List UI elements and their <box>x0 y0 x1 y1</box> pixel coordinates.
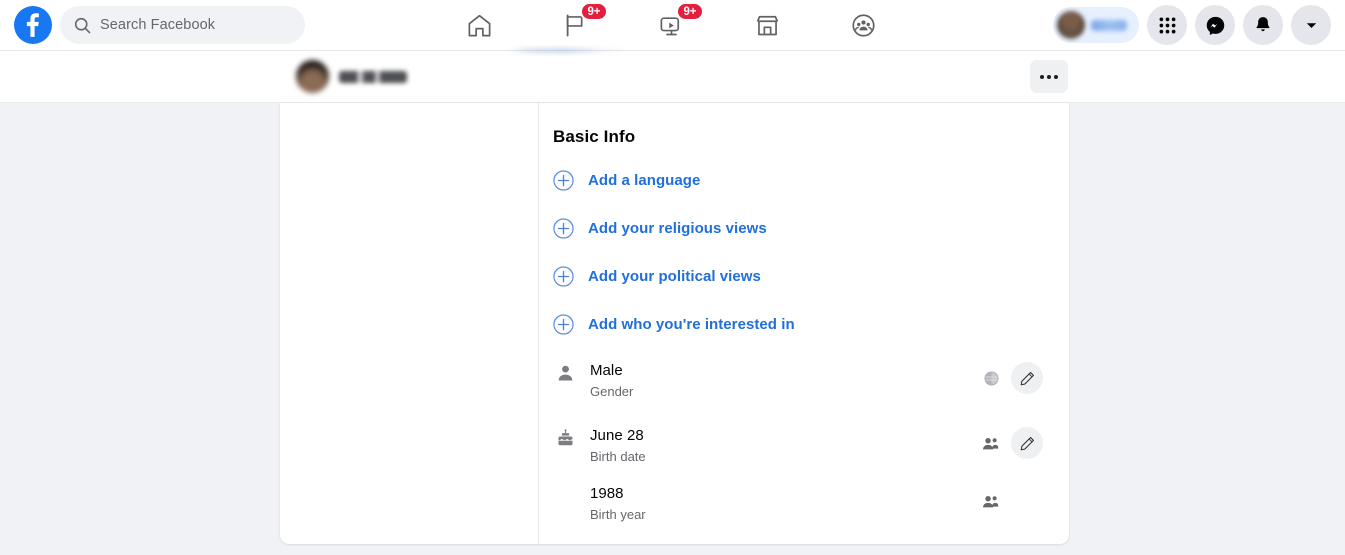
avatar <box>1057 11 1085 39</box>
nav-badge-watch: 9+ <box>675 2 705 21</box>
birth-year-actions <box>982 484 1043 517</box>
top-navigation-bar: Search Facebook 9+ 9+ <box>0 0 1345 51</box>
plus-circle-icon <box>553 265 574 287</box>
friends-icon[interactable] <box>982 494 999 509</box>
add-interested-in-row[interactable]: Add who you're interested in <box>553 309 1043 339</box>
nav-tab-marketplace[interactable] <box>720 1 816 49</box>
nav-tab-pages[interactable]: 9+ <box>528 1 624 49</box>
search-placeholder-text: Search Facebook <box>100 17 216 33</box>
birth-date-text-group: June 28 Birth date <box>577 426 982 466</box>
gender-label: Gender <box>590 384 634 399</box>
add-political-views-row[interactable]: Add your political views <box>553 261 1043 291</box>
add-political-views-label: Add your political views <box>588 267 761 285</box>
plus-circle-icon <box>553 313 574 335</box>
globe-icon[interactable] <box>984 370 999 386</box>
nav-tab-groups[interactable] <box>816 1 912 49</box>
marketplace-icon <box>756 15 779 35</box>
account-profile-pill[interactable] <box>1053 7 1139 43</box>
add-language-row[interactable]: Add a language <box>553 165 1043 195</box>
account-name-blurred <box>1091 19 1127 31</box>
birth-year-text-group: 1988 Birth year <box>577 484 982 524</box>
nav-tab-home[interactable] <box>432 1 528 49</box>
birth-year-label: Birth year <box>590 507 646 522</box>
search-icon <box>74 17 91 33</box>
add-religious-views-row[interactable]: Add your religious views <box>553 213 1043 243</box>
birth-year-icon-placeholder <box>553 484 577 487</box>
info-row-birth-date: June 28 Birth date <box>553 426 1043 476</box>
gender-actions <box>984 361 1043 394</box>
scrolled-content-sliver <box>508 47 628 54</box>
gender-value: Male <box>590 362 623 379</box>
profile-strip <box>0 47 1345 103</box>
add-interested-in-label: Add who you're interested in <box>588 315 795 333</box>
birth-date-value: June 28 <box>590 427 644 444</box>
profile-user-link[interactable] <box>296 60 407 93</box>
grid-menu-icon <box>1159 17 1175 33</box>
bell-icon <box>1256 17 1270 32</box>
nav-left-group: Search Facebook <box>0 6 330 44</box>
facebook-logo[interactable] <box>14 6 52 44</box>
grid-menu-button[interactable] <box>1147 5 1187 45</box>
gender-text-group: Male Gender <box>577 361 984 401</box>
plus-circle-icon <box>553 217 574 239</box>
friends-icon[interactable] <box>982 436 999 451</box>
messenger-icon <box>1206 16 1224 35</box>
birth-year-value: 1988 <box>590 485 624 502</box>
person-icon-wrap <box>553 361 577 383</box>
info-row-gender: Male Gender <box>553 361 1043 414</box>
add-language-label: Add a language <box>588 171 701 189</box>
profile-name-blurred <box>339 70 407 83</box>
birth-date-label: Birth date <box>590 449 646 464</box>
edit-birth-date-button[interactable] <box>1011 427 1043 459</box>
add-religious-views-label: Add your religious views <box>588 219 767 237</box>
chevron-down-icon <box>1306 22 1316 28</box>
search-input[interactable]: Search Facebook <box>60 6 305 44</box>
basic-info-panel: Basic Info Add a language Add your relig… <box>539 103 1069 544</box>
avatar <box>296 60 329 93</box>
nav-badge-pages: 9+ <box>579 2 609 21</box>
nav-tab-watch[interactable]: 9+ <box>624 1 720 49</box>
messenger-button[interactable] <box>1195 5 1235 45</box>
pencil-icon <box>1020 371 1034 385</box>
birth-date-actions <box>982 426 1043 459</box>
profile-strip-inner <box>280 47 1069 102</box>
pencil-icon <box>1020 436 1034 450</box>
nav-tabs: 9+ 9+ <box>330 0 1053 50</box>
birthday-cake-icon <box>557 429 573 446</box>
page-title: Basic Info <box>553 127 636 146</box>
about-card: Basic Info Add a language Add your relig… <box>280 103 1069 544</box>
groups-icon <box>852 13 875 37</box>
person-icon <box>558 365 572 381</box>
account-menu-button[interactable] <box>1291 5 1331 45</box>
more-options-icon <box>1040 74 1058 79</box>
plus-circle-icon <box>553 169 574 191</box>
birth-year-edit-placeholder <box>1011 485 1043 517</box>
home-icon <box>468 14 491 36</box>
info-row-birth-year: 1988 Birth year <box>553 484 1043 530</box>
more-options-button[interactable] <box>1030 60 1068 93</box>
notifications-button[interactable] <box>1243 5 1283 45</box>
edit-gender-button[interactable] <box>1011 362 1043 394</box>
about-left-nav-panel <box>280 103 539 544</box>
nav-right-group <box>1053 5 1345 45</box>
cake-icon-wrap <box>553 426 577 448</box>
